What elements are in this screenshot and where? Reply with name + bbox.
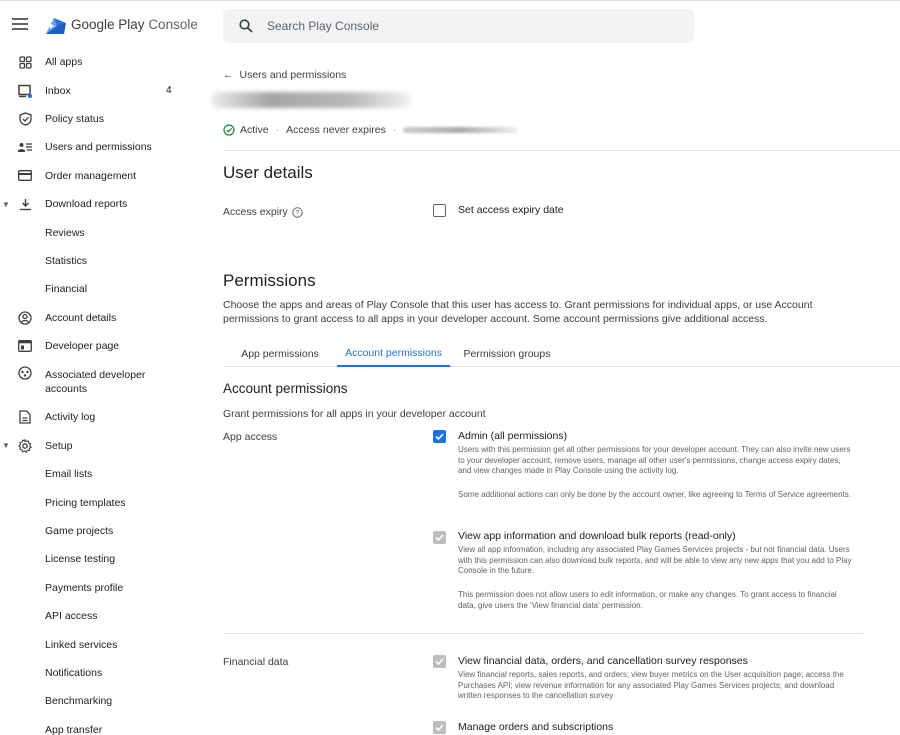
sidebar-item-linked-services[interactable]: Linked services	[0, 630, 205, 658]
view-app-info-title: View app information and download bulk r…	[458, 530, 736, 542]
redacted-user-email	[403, 127, 519, 133]
account-circle-icon	[18, 311, 32, 325]
sidebar: Google Play Console All apps Inbox 4 Pol…	[0, 0, 205, 735]
view-financial-checkbox[interactable]	[433, 655, 446, 668]
view-financial-description: View financial reports, sales reports, a…	[458, 670, 844, 700]
admin-title: Admin (all permissions)	[458, 430, 568, 442]
sidebar-item-account-details[interactable]: Account details	[0, 304, 205, 332]
back-link-label: Users and permissions	[239, 69, 347, 81]
account-permissions-title: Account permissions	[223, 381, 348, 396]
sidebar-nav: All apps Inbox 4 Policy status Users and…	[0, 48, 205, 735]
view-financial-title: View financial data, orders, and cancell…	[458, 655, 748, 667]
credit-card-icon	[18, 169, 32, 183]
status-expiry: Access never expires	[286, 124, 386, 136]
separator-dot: ·	[392, 124, 397, 136]
view-app-info-description: View all app information, including any …	[458, 545, 852, 575]
sidebar-item-associated-developer-accounts[interactable]: Associated developer accounts	[0, 360, 205, 403]
sidebar-item-order-management[interactable]: Order management	[0, 162, 205, 190]
sidebar-item-license-testing[interactable]: License testing	[0, 545, 205, 573]
main-content: ← Users and permissions Active · Access …	[211, 0, 900, 735]
status-active: Active	[240, 124, 269, 136]
sidebar-item-payments-profile[interactable]: Payments profile	[0, 574, 205, 602]
header-divider	[223, 150, 900, 151]
sidebar-item-all-apps[interactable]: All apps	[0, 48, 205, 76]
sidebar-item-pricing-templates[interactable]: Pricing templates	[0, 488, 205, 516]
set-expiry-label: Set access expiry date	[458, 204, 564, 216]
set-expiry-checkbox[interactable]	[433, 204, 446, 217]
arrow-left-icon: ←	[223, 69, 234, 81]
users-list-icon	[18, 140, 32, 154]
section-divider	[223, 633, 863, 634]
download-icon	[18, 197, 32, 211]
user-details-title: User details	[223, 163, 313, 182]
sidebar-item-email-lists[interactable]: Email lists	[0, 460, 205, 488]
permissions-description: Choose the apps and areas of Play Consol…	[223, 299, 813, 325]
grid-icon	[18, 55, 32, 69]
sidebar-item-inbox[interactable]: Inbox 4	[0, 76, 205, 104]
separator-dot: ·	[275, 124, 280, 136]
permissions-title: Permissions	[223, 271, 316, 290]
sidebar-item-reviews[interactable]: Reviews	[0, 218, 205, 246]
sidebar-item-financial[interactable]: Financial	[0, 275, 205, 303]
inbox-icon	[18, 84, 32, 98]
view-app-info-note: This permission does not allow users to …	[458, 590, 837, 610]
admin-note: Some additional actions can only be done…	[458, 490, 851, 499]
svg-text:?: ?	[295, 210, 299, 217]
manage-orders-title: Manage orders and subscriptions	[458, 721, 614, 733]
linked-accounts-icon	[18, 366, 32, 380]
admin-checkbox[interactable]	[433, 430, 446, 443]
sidebar-item-api-access[interactable]: API access	[0, 602, 205, 630]
sidebar-item-policy-status[interactable]: Policy status	[0, 105, 205, 133]
back-link[interactable]: ← Users and permissions	[223, 69, 346, 81]
sidebar-item-notifications[interactable]: Notifications	[0, 659, 205, 687]
shield-check-icon	[18, 112, 32, 126]
user-status-line: Active · Access never expires ·	[223, 124, 519, 136]
sidebar-item-download-reports[interactable]: ▼ Download reports	[0, 190, 205, 218]
sidebar-item-users-and-permissions[interactable]: Users and permissions	[0, 133, 205, 161]
app-access-label: App access	[223, 431, 278, 443]
menu-icon[interactable]	[12, 18, 28, 32]
check-circle-icon	[223, 124, 235, 136]
brand-name[interactable]: Google Play Console	[71, 17, 198, 32]
account-permissions-subtitle: Grant permissions for all apps in your d…	[223, 408, 486, 420]
access-expiry-label: Access expiry ?	[223, 206, 303, 218]
play-console-logo	[46, 18, 66, 34]
document-icon	[18, 410, 32, 425]
gear-icon	[18, 438, 32, 453]
sidebar-item-game-projects[interactable]: Game projects	[0, 517, 205, 545]
redacted-user-name	[211, 92, 411, 108]
inbox-count-badge: 4	[166, 85, 172, 97]
caret-down-icon[interactable]: ▼	[2, 200, 10, 209]
checkmark-icon	[435, 534, 444, 542]
financial-data-label: Financial data	[223, 656, 289, 668]
checkmark-icon	[435, 658, 444, 666]
checkmark-icon	[435, 724, 444, 732]
permission-tabs: App permissions Account permissions Perm…	[223, 340, 900, 367]
checkmark-icon	[435, 433, 444, 441]
sidebar-item-statistics[interactable]: Statistics	[0, 247, 205, 275]
sidebar-item-developer-page[interactable]: Developer page	[0, 332, 205, 360]
tab-account-permissions[interactable]: Account permissions	[337, 340, 450, 367]
caret-down-icon[interactable]: ▼	[2, 441, 10, 450]
sidebar-item-activity-log[interactable]: Activity log	[0, 403, 205, 431]
view-app-info-checkbox[interactable]	[433, 531, 446, 544]
web-page-icon	[18, 339, 32, 353]
sidebar-item-setup[interactable]: ▼ Setup	[0, 432, 205, 460]
admin-description: Users with this permission get all other…	[458, 445, 851, 475]
sidebar-item-app-transfer[interactable]: App transfer	[0, 716, 205, 735]
manage-orders-checkbox[interactable]	[433, 721, 446, 734]
sidebar-item-benchmarking[interactable]: Benchmarking	[0, 687, 205, 715]
help-icon[interactable]: ?	[292, 206, 303, 218]
tab-permission-groups[interactable]: Permission groups	[456, 340, 558, 367]
tab-app-permissions[interactable]: App permissions	[229, 340, 331, 367]
